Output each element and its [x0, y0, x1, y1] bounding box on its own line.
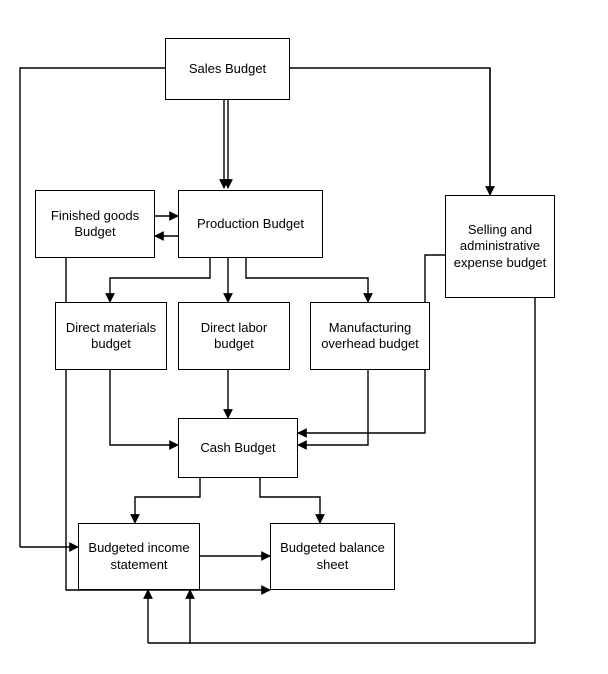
- node-mfg-overhead-budget: Manufacturing overhead budget: [310, 302, 430, 370]
- node-production-budget: Production Budget: [178, 190, 323, 258]
- node-label: Production Budget: [197, 216, 304, 232]
- node-label: Direct materials budget: [60, 320, 162, 353]
- node-label: Manufacturing overhead budget: [315, 320, 425, 353]
- node-finished-goods-budget: Finished goods Budget: [35, 190, 155, 258]
- node-label: Direct labor budget: [183, 320, 285, 353]
- node-label: Budgeted income statement: [83, 540, 195, 573]
- node-budgeted-balance-sheet: Budgeted balance sheet: [270, 523, 395, 590]
- node-selling-admin-budget: Selling and administrative expense budge…: [445, 195, 555, 298]
- node-label: Selling and administrative expense budge…: [450, 222, 550, 271]
- node-direct-labor-budget: Direct labor budget: [178, 302, 290, 370]
- node-sales-budget: Sales Budget: [165, 38, 290, 100]
- node-cash-budget: Cash Budget: [178, 418, 298, 478]
- node-label: Budgeted balance sheet: [275, 540, 390, 573]
- flowchart-canvas: Sales Budget Finished goods Budget Produ…: [0, 0, 608, 674]
- node-budgeted-income-statement: Budgeted income statement: [78, 523, 200, 590]
- node-label: Sales Budget: [189, 61, 266, 77]
- node-label: Finished goods Budget: [40, 208, 150, 241]
- node-label: Cash Budget: [200, 440, 275, 456]
- node-direct-materials-budget: Direct materials budget: [55, 302, 167, 370]
